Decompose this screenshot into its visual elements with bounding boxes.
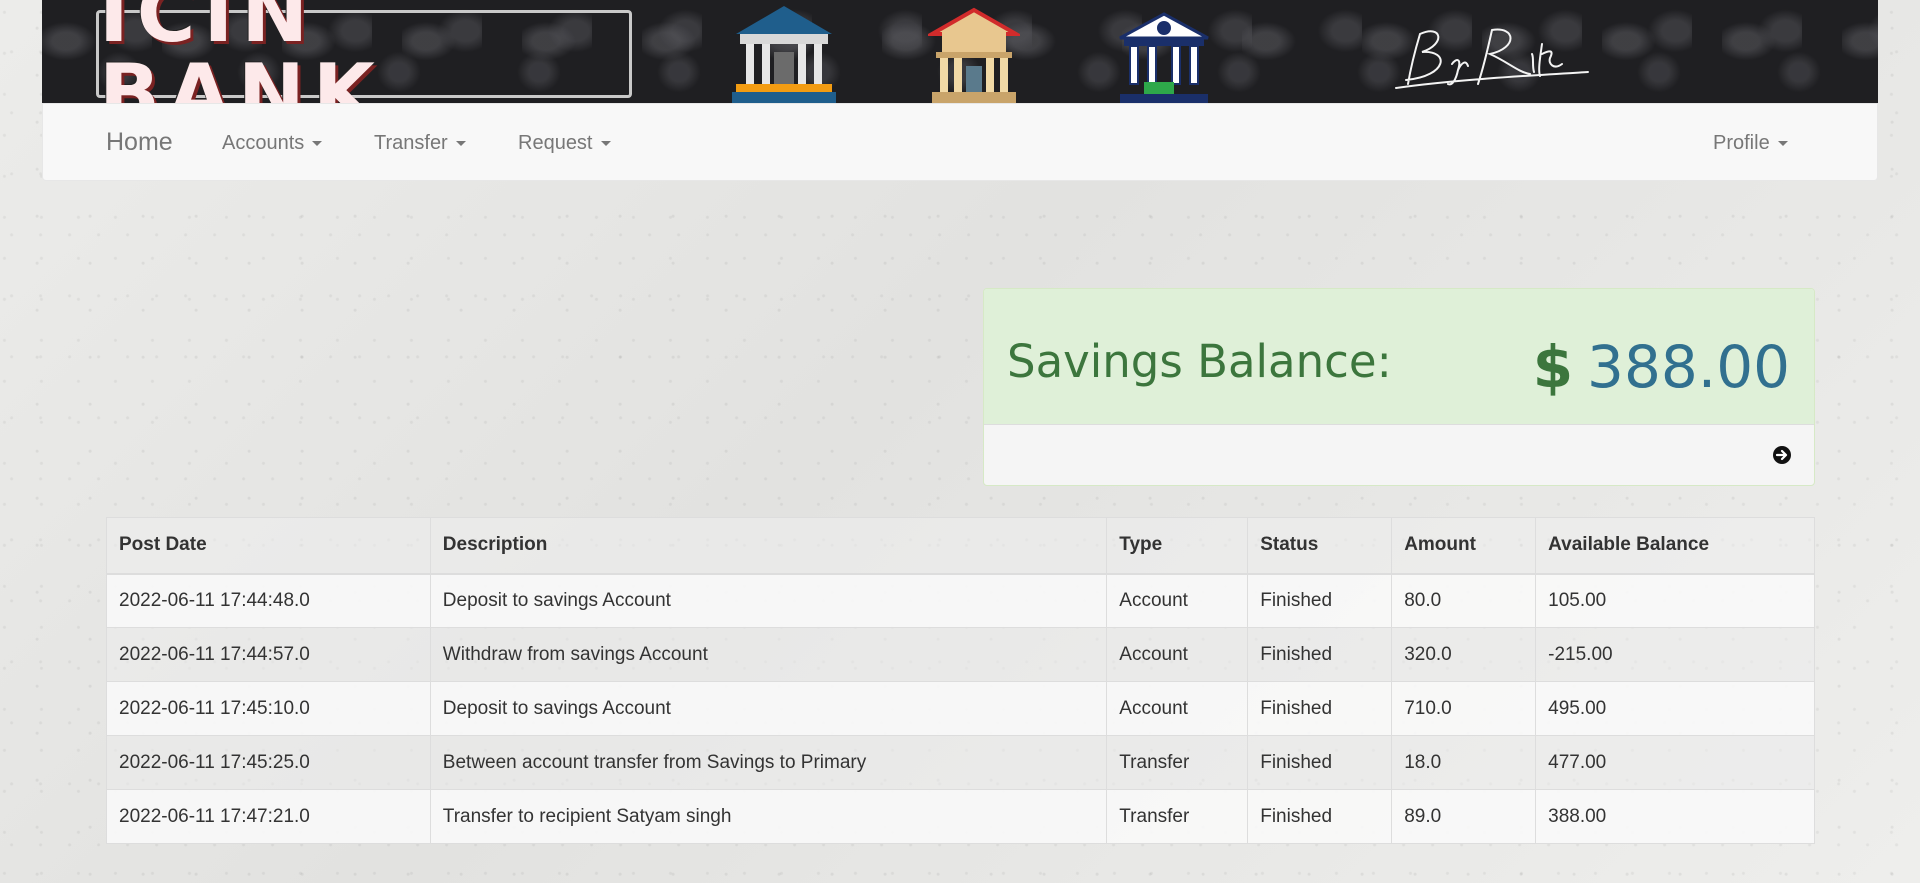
cell-available-balance: 105.00	[1535, 573, 1815, 628]
column-header-available-balance: Available Balance	[1535, 517, 1815, 575]
savings-balance-panel: Savings Balance: $ 388.00	[983, 288, 1815, 486]
cell-type: Transfer	[1106, 789, 1249, 844]
table-row: 2022-06-11 17:45:25.0 Between account tr…	[106, 735, 1815, 790]
cell-description: Transfer to recipient Satyam singh	[429, 789, 1108, 844]
cell-post-date: 2022-06-11 17:45:10.0	[106, 681, 431, 736]
cell-status: Finished	[1247, 681, 1393, 736]
cell-amount: 710.0	[1391, 681, 1537, 736]
nav-request-label: Request	[518, 132, 593, 154]
nav-request-dropdown[interactable]: Request	[518, 132, 611, 155]
savings-balance-label: Savings Balance:	[1007, 335, 1392, 388]
header-banner: ICIN BANK	[42, 0, 1878, 103]
caret-down-icon	[312, 141, 323, 146]
bank-building-icon	[1119, 12, 1209, 103]
column-header-type: Type	[1106, 517, 1249, 575]
cell-status: Finished	[1247, 735, 1393, 790]
caret-down-icon	[1777, 141, 1788, 146]
arrow-circle-right-icon[interactable]	[1772, 445, 1792, 465]
caret-down-icon	[455, 141, 466, 146]
nav-accounts-dropdown[interactable]: Accounts	[222, 132, 323, 155]
nav-profile-dropdown[interactable]: Profile	[1713, 132, 1788, 155]
column-header-post-date: Post Date	[106, 517, 431, 575]
column-header-status: Status	[1247, 517, 1393, 575]
brand-logo[interactable]: ICIN BANK	[96, 0, 632, 103]
cell-available-balance: 495.00	[1535, 681, 1815, 736]
nav-accounts-label: Accounts	[222, 132, 305, 154]
savings-balance-heading: Savings Balance: $ 388.00	[984, 289, 1814, 425]
dollar-icon: $	[1532, 333, 1574, 401]
table-row: 2022-06-11 17:44:48.0 Deposit to savings…	[106, 573, 1815, 628]
table-row: 2022-06-11 17:45:10.0 Deposit to savings…	[106, 681, 1815, 736]
cell-amount: 89.0	[1391, 789, 1537, 844]
cell-post-date: 2022-06-11 17:45:25.0	[106, 735, 431, 790]
cell-amount: 320.0	[1391, 627, 1537, 682]
caret-down-icon	[600, 141, 611, 146]
table-row: 2022-06-11 17:44:57.0 Withdraw from savi…	[106, 627, 1815, 682]
top-navbar: Home Accounts Transfer Request Profile	[42, 103, 1878, 181]
nav-profile-label: Profile	[1713, 132, 1770, 154]
cell-type: Transfer	[1106, 735, 1249, 790]
savings-balance-amount: 388.00	[1587, 333, 1790, 401]
cell-available-balance: -215.00	[1535, 627, 1815, 682]
transactions-table: Post Date Description Type Status Amount…	[106, 517, 1815, 844]
nav-transfer-label: Transfer	[374, 132, 448, 154]
savings-balance-value: $ 388.00	[1533, 333, 1790, 401]
cell-description: Between account transfer from Savings to…	[429, 735, 1108, 790]
table-header-row: Post Date Description Type Status Amount…	[106, 517, 1815, 575]
cell-description: Deposit to savings Account	[429, 573, 1108, 628]
cell-type: Account	[1106, 681, 1249, 736]
nav-transfer-dropdown[interactable]: Transfer	[374, 132, 466, 155]
cell-description: Deposit to savings Account	[429, 681, 1108, 736]
cell-available-balance: 477.00	[1535, 735, 1815, 790]
cell-amount: 80.0	[1391, 573, 1537, 628]
cell-status: Finished	[1247, 573, 1393, 628]
cell-amount: 18.0	[1391, 735, 1537, 790]
table-row: 2022-06-11 17:47:21.0 Transfer to recipi…	[106, 789, 1815, 844]
column-header-description: Description	[429, 517, 1108, 575]
nav-home-link[interactable]: Home	[106, 128, 173, 157]
cell-description: Withdraw from savings Account	[429, 627, 1108, 682]
bank-building-icon	[928, 7, 1020, 103]
cell-type: Account	[1106, 627, 1249, 682]
brand-title: ICIN BANK	[99, 0, 383, 103]
cell-post-date: 2022-06-11 17:44:57.0	[106, 627, 431, 682]
cell-available-balance: 388.00	[1535, 789, 1815, 844]
column-header-amount: Amount	[1391, 517, 1537, 575]
cell-status: Finished	[1247, 789, 1393, 844]
cell-status: Finished	[1247, 627, 1393, 682]
cell-type: Account	[1106, 573, 1249, 628]
cell-post-date: 2022-06-11 17:47:21.0	[106, 789, 431, 844]
signature-logo	[1395, 28, 1589, 89]
cell-post-date: 2022-06-11 17:44:48.0	[106, 573, 431, 628]
bank-building-icon	[732, 6, 836, 103]
